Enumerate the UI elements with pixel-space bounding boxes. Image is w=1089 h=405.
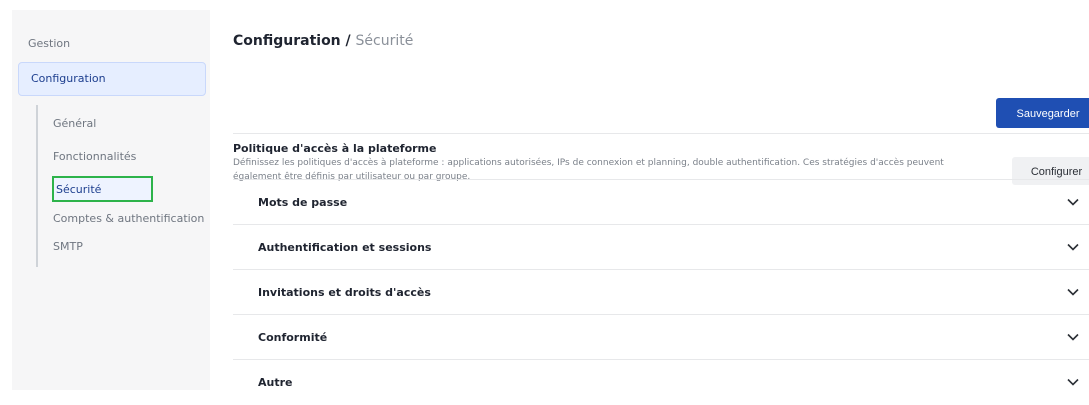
policy-title: Politique d'accès à la plateforme (233, 142, 437, 155)
section-passwords[interactable]: Mots de passe (233, 181, 1089, 225)
divider (233, 179, 1089, 180)
breadcrumb-current: Sécurité (355, 33, 414, 49)
main-content: Configuration / Sécurité Sauvegarder Pol… (233, 0, 1089, 390)
sidebar-item-general[interactable]: Général (53, 117, 96, 130)
section-compliance[interactable]: Conformité (233, 316, 1089, 360)
chevron-down-icon[interactable] (1067, 333, 1079, 341)
chevron-down-icon[interactable] (1067, 243, 1079, 251)
chevron-down-icon[interactable] (1067, 288, 1079, 296)
section-label: Authentification et sessions (258, 241, 432, 254)
section-label: Mots de passe (258, 196, 348, 209)
divider (233, 359, 1089, 360)
sidebar: Gestion Configuration Général Fonctionna… (12, 10, 210, 390)
section-invitations[interactable]: Invitations et droits d'accès (233, 271, 1089, 315)
sidebar-item-smtp[interactable]: SMTP (53, 240, 83, 253)
section-label: Invitations et droits d'accès (258, 286, 431, 299)
breadcrumb: Configuration / Sécurité (233, 33, 413, 49)
sidebar-item-securite[interactable]: Sécurité (52, 176, 153, 202)
section-auth-sessions[interactable]: Authentification et sessions (233, 226, 1089, 270)
divider (233, 314, 1089, 315)
sidebar-item-gestion[interactable]: Gestion (28, 37, 70, 50)
breadcrumb-separator: / (340, 33, 356, 49)
sidebar-submenu-line (36, 105, 38, 267)
sidebar-item-fonctionnalites[interactable]: Fonctionnalités (53, 150, 136, 163)
sidebar-item-configuration[interactable]: Configuration (18, 62, 206, 96)
breadcrumb-parent[interactable]: Configuration (233, 33, 341, 49)
divider (233, 133, 1089, 134)
chevron-down-icon[interactable] (1067, 198, 1079, 206)
section-label: Conformité (258, 331, 328, 344)
section-label: Autre (258, 376, 293, 389)
divider (233, 269, 1089, 270)
sidebar-item-comptes-authentification[interactable]: Comptes & authentification (53, 212, 204, 225)
section-other[interactable]: Autre (233, 361, 1089, 405)
save-button[interactable]: Sauvegarder (996, 98, 1089, 128)
chevron-down-icon[interactable] (1067, 378, 1079, 386)
divider (233, 224, 1089, 225)
